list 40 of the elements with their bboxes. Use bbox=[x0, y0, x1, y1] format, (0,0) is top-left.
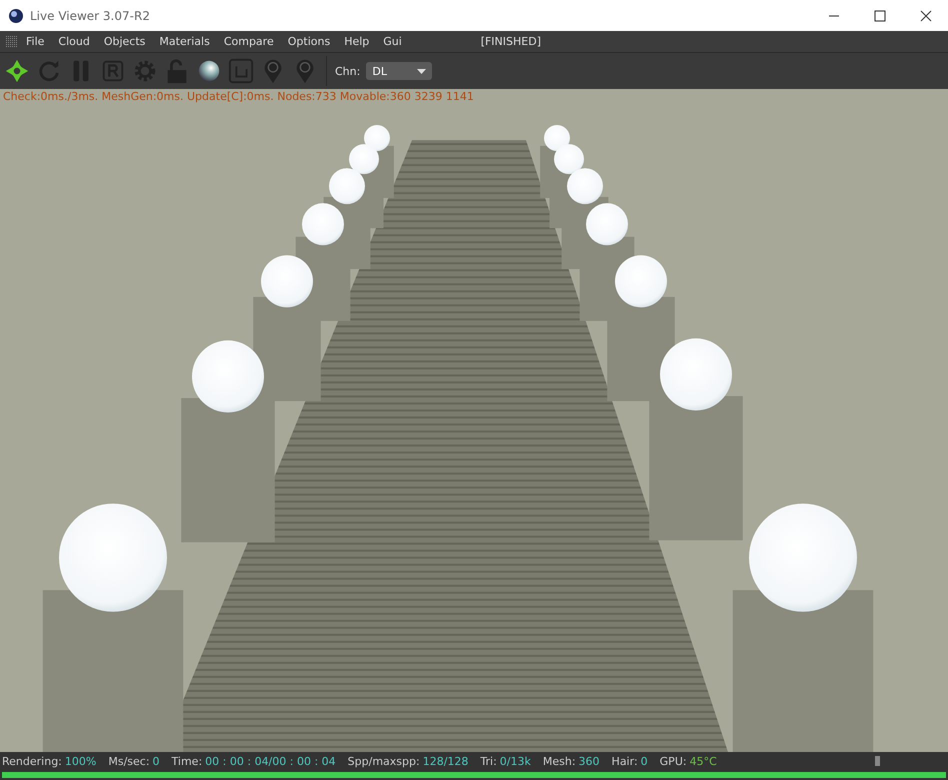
status-label: Time: bbox=[172, 754, 202, 768]
close-icon[interactable] bbox=[920, 10, 932, 22]
status-value: 0/13k bbox=[500, 754, 531, 768]
window-title: Live Viewer 3.07-R2 bbox=[30, 8, 150, 22]
status-value: 0 bbox=[640, 754, 648, 768]
menu-item[interactable]: Compare bbox=[224, 35, 274, 48]
status-label: Tri: bbox=[480, 754, 497, 768]
scroll-thumb[interactable] bbox=[875, 756, 880, 766]
status-value: 45°C bbox=[690, 754, 717, 768]
menu-item[interactable]: Cloud bbox=[58, 35, 90, 48]
menu-item[interactable]: Options bbox=[288, 35, 330, 48]
menu-item[interactable]: Gui bbox=[383, 35, 402, 48]
status-label: Mesh: bbox=[542, 754, 576, 768]
menu-item[interactable]: File bbox=[26, 35, 44, 48]
region-render-icon[interactable] bbox=[100, 58, 126, 84]
status-value: 100% bbox=[64, 754, 96, 768]
stats-line: Check:0ms./3ms. MeshGen:0ms. Update[C]:0ms. Nodes:733 Movable:360 3239 1141 bbox=[3, 90, 474, 103]
maximize-icon[interactable] bbox=[874, 10, 886, 22]
menu-item[interactable]: Materials bbox=[159, 35, 210, 48]
menu-item[interactable]: Help bbox=[344, 35, 370, 48]
render-state: [FINISHED] bbox=[480, 35, 541, 48]
status-value: 0 bbox=[152, 754, 160, 768]
status-label: Spp/maxspp: bbox=[348, 754, 420, 768]
status-label: Ms/sec: bbox=[108, 754, 150, 768]
menu-item[interactable]: Objects bbox=[104, 35, 146, 48]
app-logo-icon bbox=[8, 8, 24, 24]
status-label: Rendering: bbox=[2, 754, 62, 768]
frame-icon[interactable] bbox=[228, 58, 254, 84]
channel-dropdown[interactable]: DL bbox=[366, 62, 432, 80]
sphere-icon[interactable] bbox=[196, 58, 222, 84]
status-label: Hair: bbox=[612, 754, 638, 768]
status-value: 128/128 bbox=[422, 754, 468, 768]
channel-label: Chn: bbox=[335, 64, 360, 78]
settings-icon[interactable] bbox=[132, 58, 158, 84]
status-label: GPU: bbox=[660, 754, 687, 768]
status-value: 360 bbox=[578, 754, 600, 768]
caret-icon bbox=[417, 68, 426, 74]
render-start-icon[interactable] bbox=[4, 58, 30, 84]
status-value: 00 : 00 : 04/00 : 00 : 04 bbox=[205, 754, 336, 768]
grip-icon bbox=[6, 36, 18, 48]
